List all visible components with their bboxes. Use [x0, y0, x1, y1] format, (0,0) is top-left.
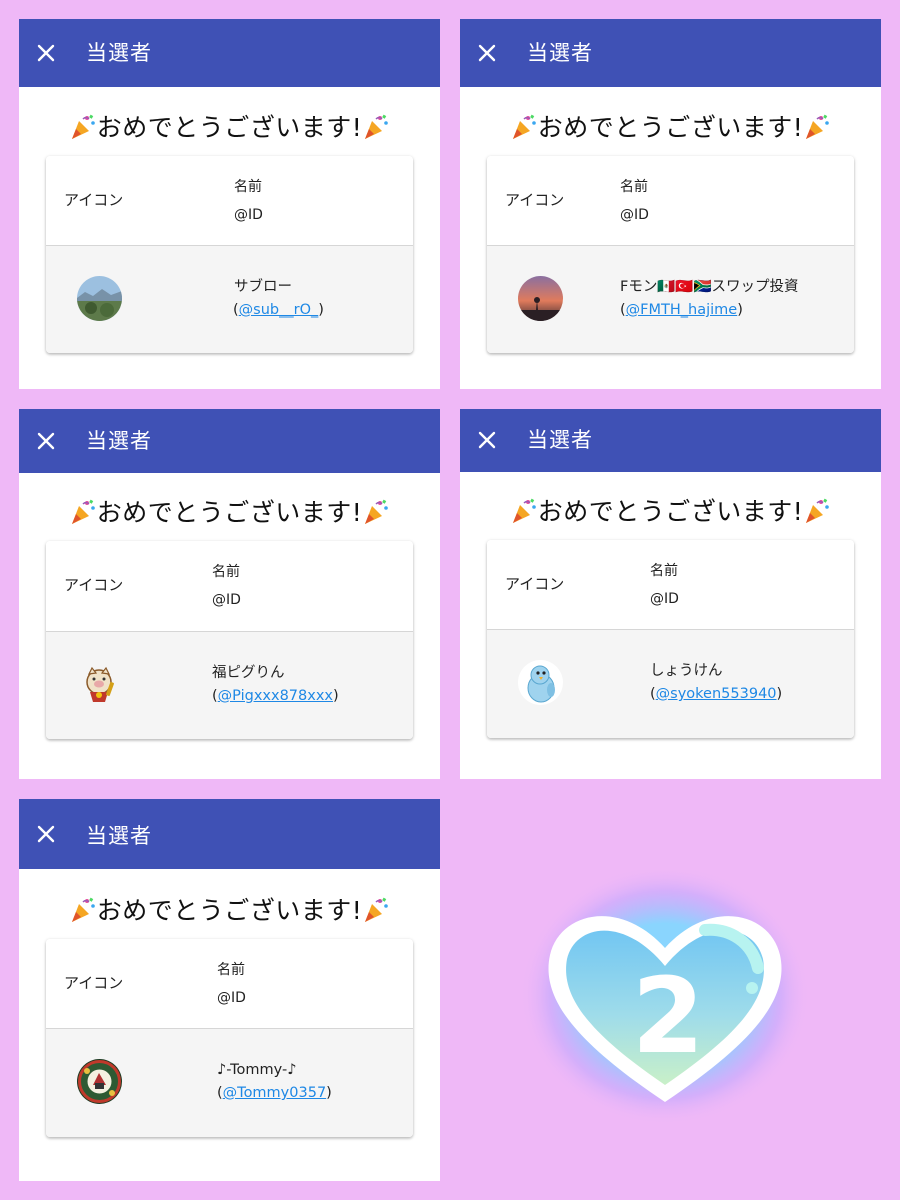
winner-table: アイコン 名前 @ID Fモン🇲🇽🇹🇷🇿🇦スワップ投資 (@FMTH_hajim… [487, 156, 854, 353]
dialog-title: 当選者 [527, 428, 593, 452]
app-bar: 当選者 [460, 19, 881, 87]
party-popper-icon [362, 113, 390, 150]
header-id-label: @ID [620, 207, 649, 223]
table-row: しょうけん (@syoken553940) [487, 630, 854, 738]
header-id-label: @ID [650, 591, 679, 607]
winner-id-link[interactable]: @FMTH_hajime [626, 302, 738, 318]
winner-id-link[interactable]: @Pigxxx878xxx [218, 688, 333, 704]
party-popper-icon [69, 896, 97, 933]
header-icon-label: アイコン [64, 974, 124, 992]
winner-name: サブロー [234, 279, 292, 295]
party-popper-icon [69, 113, 97, 150]
table-header: アイコン 名前 @ID [46, 939, 413, 1029]
winner-panel-4: 当選者 おめでとうございます! アイコン 名前 @ID しょうけん (@syok… [460, 409, 881, 779]
congrats-text: おめでとうございます! [537, 497, 804, 526]
winner-name: ♪-Tommy-♪ [217, 1062, 297, 1078]
winner-id-link[interactable]: @syoken553940 [656, 686, 777, 702]
winner-id-link[interactable]: @Tommy0357 [223, 1085, 327, 1101]
heart-number: 2 [632, 955, 704, 1077]
party-popper-icon [803, 113, 831, 150]
winner-id: (@sub__rO_) [233, 302, 324, 318]
winner-id: (@Pigxxx878xxx) [212, 688, 339, 704]
congrats-text: おめでとうございます! [96, 896, 363, 925]
table-row: Fモン🇲🇽🇹🇷🇿🇦スワップ投資 (@FMTH_hajime) [487, 246, 854, 353]
heart-badge: 2 [520, 865, 810, 1130]
dialog-title: 当選者 [527, 41, 593, 65]
avatar [77, 1059, 122, 1104]
congrats-message: おめでとうございます! [460, 111, 881, 150]
winner-panel-3: 当選者 おめでとうございます! アイコン 名前 @ID 福ピグりん (@Pigx… [19, 409, 440, 779]
header-icon-label: アイコン [505, 191, 565, 209]
header-name-label: 名前 [650, 563, 678, 579]
winner-id-link[interactable]: @sub__rO_ [239, 302, 319, 318]
winner-panel-1: 当選者 おめでとうございます! アイコン 名前 @ID サブロー (@sub__… [19, 19, 440, 389]
header-name-label: 名前 [234, 179, 262, 195]
app-bar: 当選者 [19, 409, 440, 473]
table-header: アイコン 名前 @ID [46, 541, 413, 632]
table-header: アイコン 名前 @ID [487, 156, 854, 246]
close-icon[interactable] [36, 43, 56, 63]
table-row: ♪-Tommy-♪ (@Tommy0357) [46, 1029, 413, 1137]
header-id-label: @ID [212, 592, 241, 608]
congrats-message: おめでとうございます! [19, 894, 440, 933]
winner-table: アイコン 名前 @ID しょうけん (@syoken553940) [487, 540, 854, 738]
congrats-message: おめでとうございます! [460, 495, 881, 534]
dialog-title: 当選者 [86, 41, 152, 65]
app-bar: 当選者 [460, 409, 881, 472]
winner-table: アイコン 名前 @ID 福ピグりん (@Pigxxx878xxx) [46, 541, 413, 739]
header-icon-label: アイコン [64, 191, 124, 209]
party-popper-icon [362, 498, 390, 535]
avatar [518, 660, 563, 705]
winner-panel-5: 当選者 おめでとうございます! アイコン 名前 @ID ♪-Tommy-♪ (@… [19, 799, 440, 1181]
heart-icon: 2 [520, 865, 810, 1125]
close-icon[interactable] [477, 430, 497, 450]
header-icon-label: アイコン [505, 575, 565, 593]
avatar [518, 276, 563, 321]
header-icon-label: アイコン [64, 576, 124, 594]
winner-id: (@Tommy0357) [217, 1085, 332, 1101]
close-icon[interactable] [477, 43, 497, 63]
avatar [77, 276, 122, 321]
party-popper-icon [69, 498, 97, 535]
winner-table: アイコン 名前 @ID ♪-Tommy-♪ (@Tommy0357) [46, 939, 413, 1137]
winner-name: 福ピグりん [212, 665, 285, 681]
party-popper-icon [803, 497, 831, 534]
avatar [77, 662, 122, 707]
dialog-title: 当選者 [86, 824, 152, 848]
close-icon[interactable] [36, 431, 56, 451]
party-popper-icon [510, 497, 538, 534]
party-popper-icon [362, 896, 390, 933]
header-id-label: @ID [217, 990, 246, 1006]
winner-name: しょうけん [650, 663, 723, 679]
congrats-text: おめでとうございます! [96, 113, 363, 142]
winner-id: (@syoken553940) [650, 686, 783, 702]
winner-id: (@FMTH_hajime) [620, 302, 743, 318]
app-bar: 当選者 [19, 799, 440, 869]
table-row: サブロー (@sub__rO_) [46, 246, 413, 353]
winner-panel-2: 当選者 おめでとうございます! アイコン 名前 @ID Fモン🇲🇽🇹🇷🇿🇦スワッ… [460, 19, 881, 389]
dialog-title: 当選者 [86, 429, 152, 453]
table-row: 福ピグりん (@Pigxxx878xxx) [46, 632, 413, 739]
table-header: アイコン 名前 @ID [487, 540, 854, 630]
party-popper-icon [510, 113, 538, 150]
winner-table: アイコン 名前 @ID サブロー (@sub__rO_) [46, 156, 413, 353]
congrats-text: おめでとうございます! [537, 113, 804, 142]
app-bar: 当選者 [19, 19, 440, 87]
winner-name: Fモン🇲🇽🇹🇷🇿🇦スワップ投資 [620, 279, 799, 295]
congrats-message: おめでとうございます! [19, 111, 440, 150]
congrats-message: おめでとうございます! [19, 496, 440, 535]
header-name-label: 名前 [217, 962, 245, 978]
close-icon[interactable] [36, 824, 56, 844]
header-name-label: 名前 [620, 179, 648, 195]
congrats-text: おめでとうございます! [96, 498, 363, 527]
header-name-label: 名前 [212, 564, 240, 580]
header-id-label: @ID [234, 207, 263, 223]
table-header: アイコン 名前 @ID [46, 156, 413, 246]
